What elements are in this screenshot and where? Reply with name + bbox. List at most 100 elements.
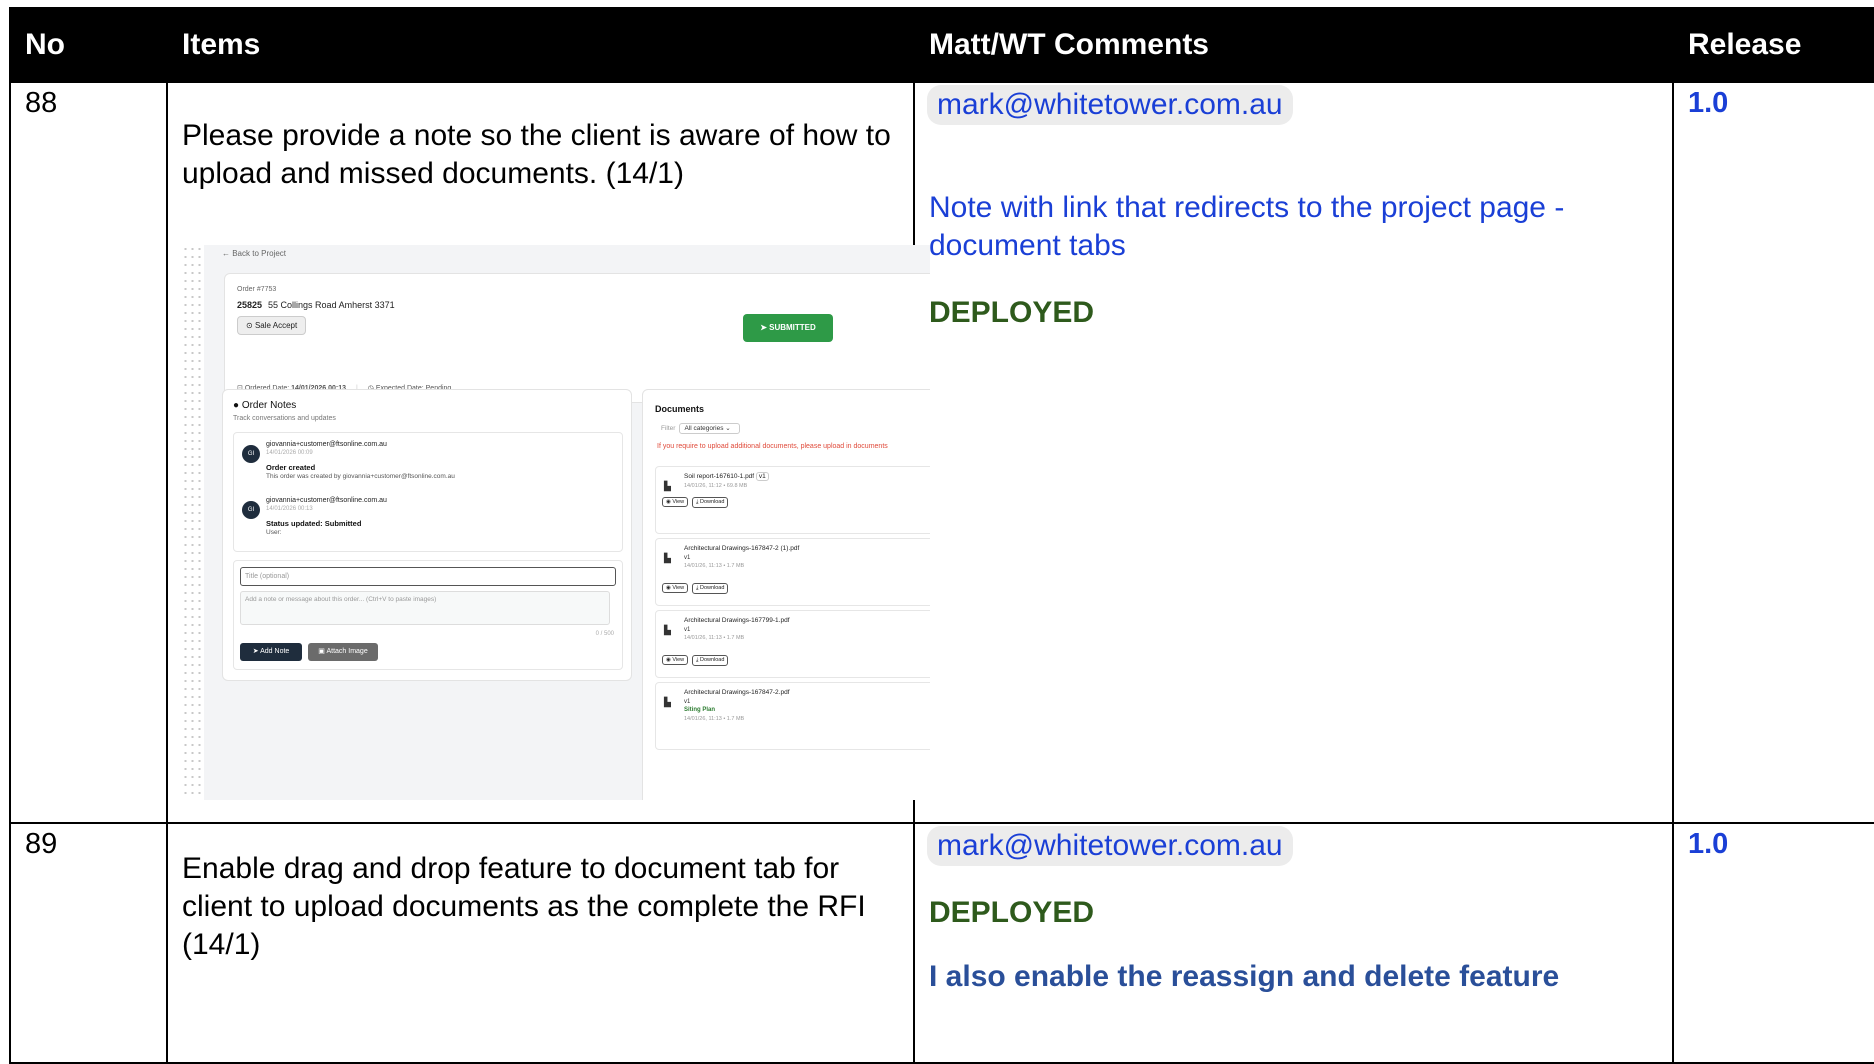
version-badge: v1 [755, 472, 769, 481]
comments-icon: ● [233, 400, 240, 411]
row-number: 89 [25, 828, 58, 860]
download-label: Download [699, 657, 725, 663]
add-note-button[interactable]: ➤ Add Note [240, 643, 302, 661]
view-label: View [672, 585, 685, 591]
note-time: 14/01/2026 00:13 [266, 506, 313, 512]
order-number: Order #7753 [237, 286, 277, 293]
document-meta: 14/01/26, 11:13 • 1.7 MB [684, 563, 745, 569]
send-icon: ➤ [760, 323, 770, 332]
documents-title: Documents [655, 404, 705, 414]
cell-release: 1.0 [1672, 822, 1874, 1064]
view-button[interactable]: ◉ View [662, 655, 689, 665]
view-button[interactable]: ◉ View [662, 583, 689, 593]
note-event: Order created [266, 463, 316, 472]
header-release: Release [1672, 7, 1874, 83]
order-notes-title: ● Order Notes [233, 400, 296, 411]
cell-no: 88 [9, 81, 168, 824]
add-note-label: Add Note [260, 648, 290, 655]
document-name-text: Soil report-167610-1.pdf [684, 473, 755, 480]
download-button[interactable]: ⤓ Download [692, 655, 729, 666]
document-category-tag: Siting Plan [684, 707, 716, 713]
character-counter: 0 / 500 [595, 631, 614, 637]
table-row: 89 Enable drag and drop feature to docum… [9, 822, 1874, 1064]
send-icon: ➤ [252, 648, 261, 655]
attach-image-label: Attach Image [326, 648, 368, 655]
back-to-project-link[interactable]: ← Back to Project [222, 249, 286, 258]
item-description: Enable drag and drop feature to document… [182, 852, 866, 961]
documents-card: Documents Filter All categories ⌄ If you … [642, 389, 930, 800]
header-items: Items [166, 7, 915, 83]
chevron-down-icon: ⌄ [725, 425, 731, 432]
status-deployed: DEPLOYED [929, 896, 1095, 929]
cell-item: Please provide a note so the client is a… [166, 81, 930, 824]
sale-accept-button[interactable]: ⊙ Sale Accept [237, 316, 307, 335]
version-badge: v1 [684, 699, 691, 705]
order-id: 25825 [237, 300, 263, 310]
commenter-chip[interactable]: mark@whitetower.com.au [927, 85, 1293, 125]
note-detail: This order was created by giovannia+cust… [266, 473, 455, 480]
note-title-input[interactable]: Title (optional) [240, 567, 616, 586]
file-icon: ▙ [664, 625, 671, 635]
attach-image-button[interactable]: ▣ Attach Image [308, 643, 378, 661]
document-item: ▙ Architectural Drawings-167847-2.pdf v1… [655, 682, 930, 750]
download-button[interactable]: ⤓ Download [692, 583, 729, 594]
embedded-screenshot: ← Back to Project Order #7753 25825 55 Co… [182, 245, 930, 800]
cell-comments: mark@whitetower.com.au DEPLOYED I also e… [913, 822, 1674, 1064]
cell-comments: mark@whitetower.com.au Note with link th… [913, 81, 1674, 824]
view-label: View [672, 657, 685, 663]
file-icon: ▙ [664, 697, 671, 707]
view-label: View [672, 499, 685, 505]
status-deployed: DEPLOYED [929, 296, 1095, 329]
note-author: giovannia+customer@ftsonline.com.au [266, 441, 387, 448]
submitted-button[interactable]: ➤ SUBMITTED [743, 314, 833, 342]
document-meta: 14/01/26, 11:13 • 1.7 MB [684, 635, 745, 641]
document-item: ▙ Soil report-167610-1.pdf v1 14/01/26, … [655, 466, 930, 534]
filter-label: Filter [661, 425, 676, 432]
document-meta: 14/01/26, 11:13 • 1.7 MB [684, 716, 745, 722]
submitted-label: SUBMITTED [769, 323, 816, 332]
header-no: No [9, 7, 168, 83]
document-name: Architectural Drawings-167847-2 (1).pdf [684, 545, 800, 552]
view-button[interactable]: ◉ View [662, 497, 689, 507]
release-version: 1.0 [1688, 87, 1729, 119]
document-item: ▙ Architectural Drawings-167847-2 (1).pd… [655, 538, 930, 606]
release-version: 1.0 [1688, 828, 1729, 860]
document-name: Architectural Drawings-167799-1.pdf [684, 617, 790, 624]
version-badge: v1 [684, 627, 691, 633]
cell-release: 1.0 [1672, 81, 1874, 824]
download-button[interactable]: ⤓ Download [692, 497, 729, 508]
download-label: Download [699, 499, 725, 505]
download-label: Download [699, 585, 725, 591]
document-name: Architectural Drawings-167847-2.pdf [684, 689, 790, 696]
row-number: 88 [25, 87, 58, 119]
commenter-chip[interactable]: mark@whitetower.com.au [927, 826, 1293, 866]
note-detail: User: [266, 529, 282, 536]
upload-warning: If you require to upload additional docu… [657, 443, 888, 450]
dotted-margin [182, 245, 204, 800]
cell-item: Enable drag and drop feature to document… [166, 822, 915, 1064]
file-icon: ▙ [664, 481, 671, 491]
order-notes-subtitle: Track conversations and updates [233, 415, 336, 422]
note-event: Status updated: Submitted [266, 519, 362, 528]
note-time: 14/01/2026 00:09 [266, 450, 313, 456]
document-name: Soil report-167610-1.pdf v1 [684, 472, 769, 481]
header-comments: Matt/WT Comments [913, 7, 1674, 83]
document-item: ▙ Architectural Drawings-167799-1.pdf v1… [655, 610, 930, 678]
filter-select[interactable]: All categories ⌄ [679, 423, 740, 434]
tag-icon: ⊙ [246, 321, 255, 330]
item-description: Please provide a note so the client is a… [182, 119, 891, 190]
version-badge: v1 [684, 555, 691, 561]
documents-filter: Filter All categories ⌄ [661, 423, 740, 434]
avatar: GI [242, 501, 260, 519]
note-compose: Title (optional) Add a note or message a… [233, 560, 623, 670]
order-header-card: Order #7753 25825 55 Collings Road Amhers… [224, 273, 930, 403]
document-meta: 14/01/26, 11:12 • 69.8 MB [684, 483, 748, 489]
cell-no: 89 [9, 822, 168, 1064]
note-message-input[interactable]: Add a note or message about this order..… [240, 591, 610, 625]
table-row: 88 Please provide a note so the client i… [9, 81, 1874, 824]
order-notes-title-text: Order Notes [241, 400, 297, 411]
avatar: GI [242, 445, 260, 463]
sale-accept-label: Sale Accept [254, 321, 298, 330]
order-notes-card: ● Order Notes Track conversations and up… [222, 389, 632, 681]
items-table: No Items Matt/WT Comments Release 88 Ple… [9, 7, 1874, 1064]
